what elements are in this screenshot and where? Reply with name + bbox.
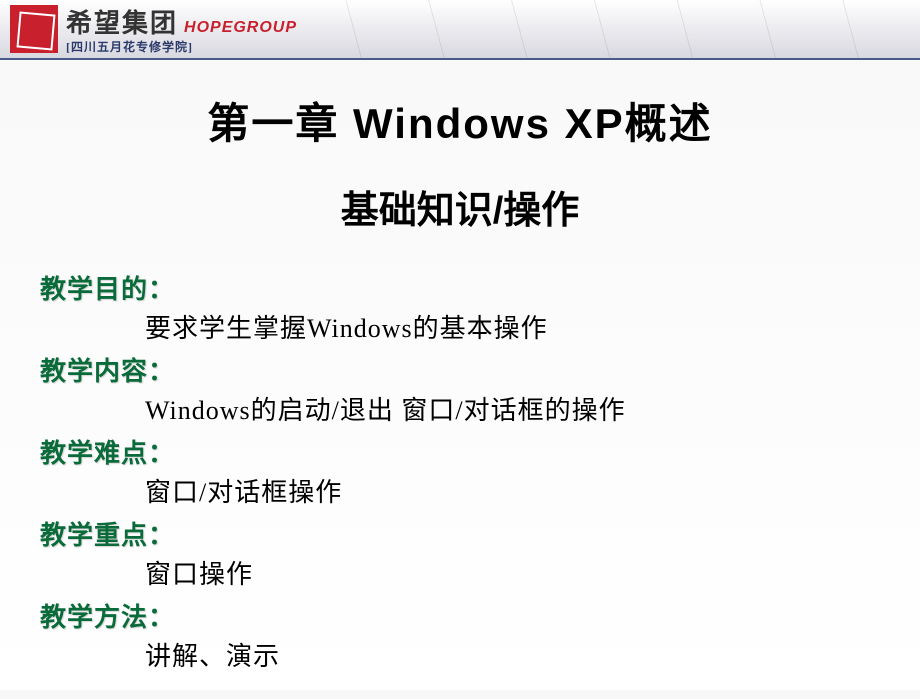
section-body: Windows的启动/退出 窗口/对话框的操作 [40,390,880,427]
section-label: 教学目的： [40,269,880,306]
logo-text-group: 希望集团 HOPEGROUP [四川五月花专修学院] [66,3,297,55]
section-body: 窗口/对话框操作 [40,472,880,509]
section-content: 教学内容： Windows的启动/退出 窗口/对话框的操作 [40,351,880,427]
logo-sub-text: [四川五月花专修学院] [66,38,297,55]
section-label: 教学方法： [40,597,880,634]
header-bar: 希望集团 HOPEGROUP [四川五月花专修学院] [0,0,920,60]
logo-title-row: 希望集团 HOPEGROUP [66,3,297,40]
slide-title-sub: 基础知识/操作 [40,179,880,234]
logo-block: 希望集团 HOPEGROUP [四川五月花专修学院] [10,3,297,55]
section-keypoint: 教学重点： 窗口操作 [40,515,880,591]
section-body: 窗口操作 [40,554,880,591]
slide-title-main: 第一章 Windows XP概述 [40,90,880,151]
section-label: 教学重点： [40,515,880,552]
section-label: 教学内容： [40,351,880,388]
logo-en-text: HOPEGROUP [184,19,297,37]
header-bg-decoration [320,0,920,60]
logo-icon [10,5,58,53]
section-objective: 教学目的： 要求学生掌握Windows的基本操作 [40,269,880,345]
section-difficulty: 教学难点： 窗口/对话框操作 [40,433,880,509]
section-method: 教学方法： 讲解、演示 [40,597,880,673]
slide-content: 第一章 Windows XP概述 基础知识/操作 教学目的： 要求学生掌握Win… [0,60,920,699]
section-body: 讲解、演示 [40,636,880,673]
section-label: 教学难点： [40,433,880,470]
section-body: 要求学生掌握Windows的基本操作 [40,308,880,345]
logo-cn-text: 希望集团 [66,3,178,40]
